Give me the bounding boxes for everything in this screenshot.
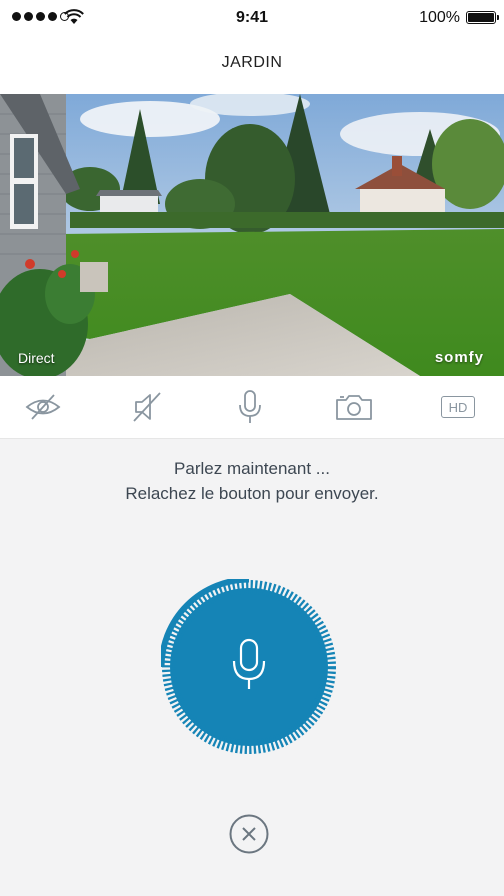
- camera-live-view[interactable]: Direct somfy: [0, 94, 504, 376]
- battery-percentage: 100%: [419, 9, 460, 26]
- talk-instruction-line2: Relachez le bouton pour envoyer.: [125, 484, 379, 503]
- brand-logo: somfy: [434, 349, 484, 366]
- privacy-toggle-button[interactable]: [23, 390, 63, 424]
- battery-icon: [466, 11, 499, 24]
- page-title: JARDIN: [221, 54, 283, 71]
- talk-instructions: Parlez maintenant ... Relachez le bouton…: [0, 456, 504, 506]
- microphone-icon: [239, 390, 261, 423]
- hd-toggle-button[interactable]: HD: [438, 390, 478, 424]
- push-to-talk-button[interactable]: [158, 576, 337, 755]
- talk-toolbar-button[interactable]: [230, 390, 270, 424]
- eye-slash-icon: [25, 394, 61, 420]
- close-icon: [229, 814, 269, 854]
- hd-label: HD: [448, 399, 468, 415]
- nav-bar: JARDIN: [0, 38, 504, 94]
- hd-icon: HD: [441, 396, 475, 418]
- camera-toolbar: HD: [0, 376, 504, 439]
- sound-toggle-button[interactable]: [127, 390, 167, 424]
- status-bar: 9:41 100%: [0, 0, 504, 38]
- live-label: Direct: [18, 350, 55, 366]
- microphone-icon: [232, 638, 266, 689]
- camera-image: [0, 94, 504, 376]
- talk-instruction-line1: Parlez maintenant ...: [174, 459, 330, 478]
- speaker-mute-icon: [133, 392, 161, 422]
- snapshot-button[interactable]: [334, 390, 374, 424]
- camera-icon: [336, 395, 372, 420]
- close-button[interactable]: [229, 814, 269, 854]
